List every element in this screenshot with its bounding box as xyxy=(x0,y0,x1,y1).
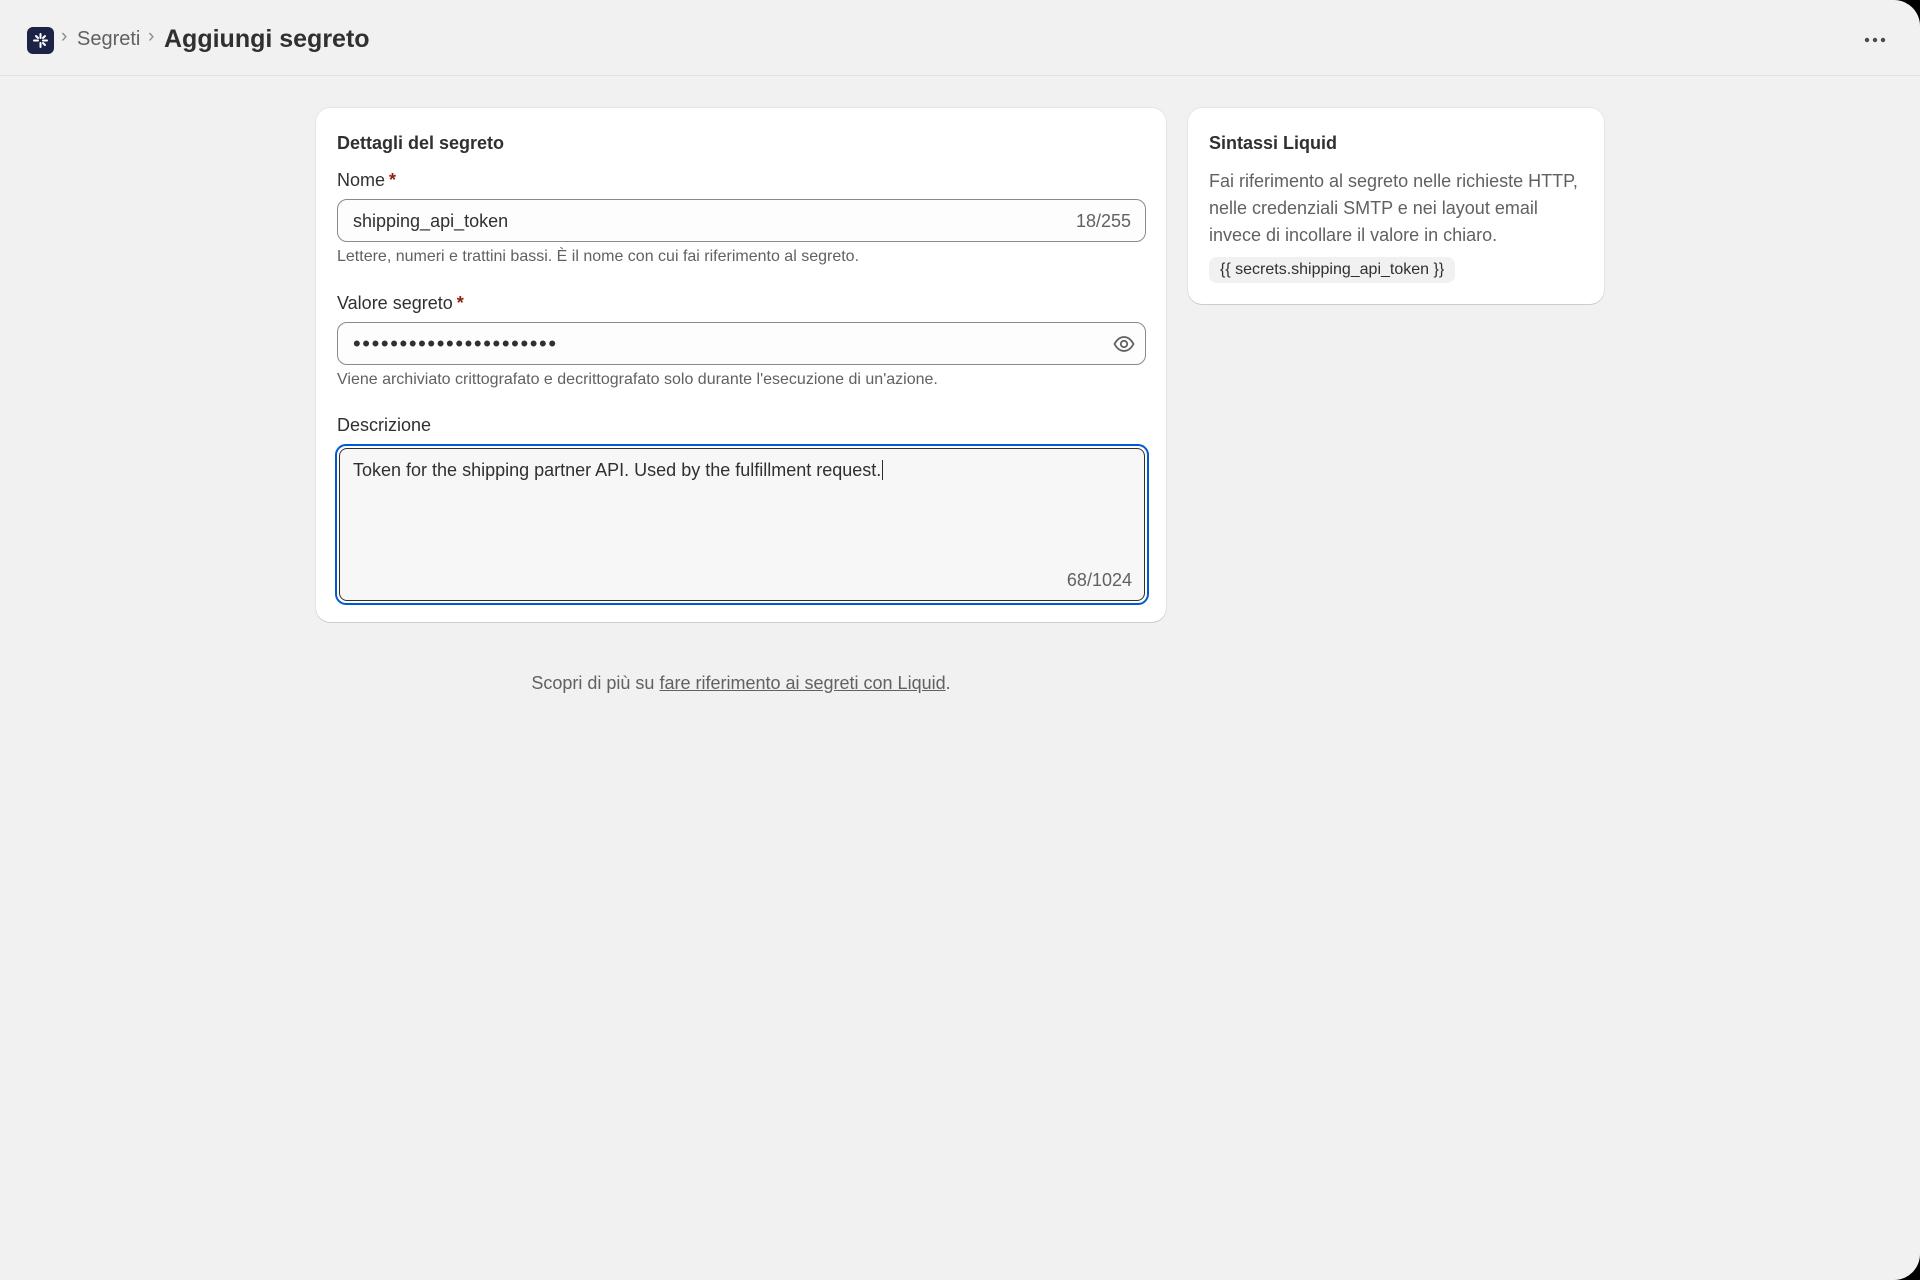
breadcrumb-separator-icon: › xyxy=(148,26,155,47)
name-label-text: Nome xyxy=(337,170,386,190)
description-textarea[interactable]: Token for the shipping partner API. Used… xyxy=(335,444,1149,605)
secret-value-input[interactable]: •••••••••••••••••••••• xyxy=(337,322,1146,365)
required-marker: * xyxy=(389,170,397,190)
liquid-card-description: Fai riferimento al segreto nelle richies… xyxy=(1209,171,1578,245)
app-window: › Segreti › Aggiungi segreto Dettagli de… xyxy=(0,0,1920,1280)
name-help-text: Lettere, numeri e trattini bassi. È il n… xyxy=(337,248,860,265)
secret-details-card: Dettagli del segreto Nome * shipping_api_… xyxy=(316,108,1166,622)
description-character-counter: 68/1024 xyxy=(1066,570,1132,590)
name-input-value: shipping_api_token xyxy=(353,211,509,231)
description-value: Token for the shipping partner API. Used… xyxy=(353,460,884,481)
ellipsis-horizontal-icon xyxy=(1864,37,1886,43)
eye-icon[interactable] xyxy=(1113,334,1135,354)
liquid-card-title: Sintassi Liquid xyxy=(1209,133,1338,153)
top-bar: › Segreti › Aggiungi segreto xyxy=(0,0,1920,76)
liquid-code-snippet[interactable]: {{ secrets.shipping_api_token }} xyxy=(1209,257,1456,283)
learn-more-suffix: . xyxy=(945,673,951,693)
secret-value-help-text: Viene archiviato crittografato e decritt… xyxy=(337,371,938,388)
liquid-syntax-card: Sintassi Liquid Fai riferimento al segre… xyxy=(1188,108,1604,304)
description-value-text: Token for the shipping partner API. Used… xyxy=(353,460,882,480)
more-actions-button[interactable] xyxy=(1858,26,1892,54)
description-textarea-inner: Token for the shipping partner API. Used… xyxy=(339,448,1145,601)
learn-more-line: Scopri di più su fare riferimento ai seg… xyxy=(0,673,1482,694)
breadcrumb-segreti-link[interactable]: Segreti xyxy=(77,28,140,51)
text-caret xyxy=(882,460,884,480)
learn-more-link[interactable]: fare riferimento ai segreti con Liquid xyxy=(659,673,945,693)
learn-more-prefix: Scopri di più su xyxy=(531,673,660,693)
breadcrumb-separator-icon: › xyxy=(61,26,68,47)
description-label: Descrizione xyxy=(337,415,432,435)
card-title: Dettagli del segreto xyxy=(337,133,505,153)
name-input[interactable]: shipping_api_token 18/255 xyxy=(337,199,1146,242)
name-character-counter: 18/255 xyxy=(1075,211,1131,231)
page-title: Aggiungi segreto xyxy=(164,25,370,53)
name-label: Nome * xyxy=(337,170,396,191)
secret-masked-value: •••••••••••••••••••••• xyxy=(353,331,558,356)
secret-value-label-text: Valore segreto xyxy=(337,293,453,313)
required-marker: * xyxy=(456,293,464,313)
secret-value-label: Valore segreto * xyxy=(337,293,464,314)
app-logo-icon[interactable] xyxy=(27,27,54,54)
